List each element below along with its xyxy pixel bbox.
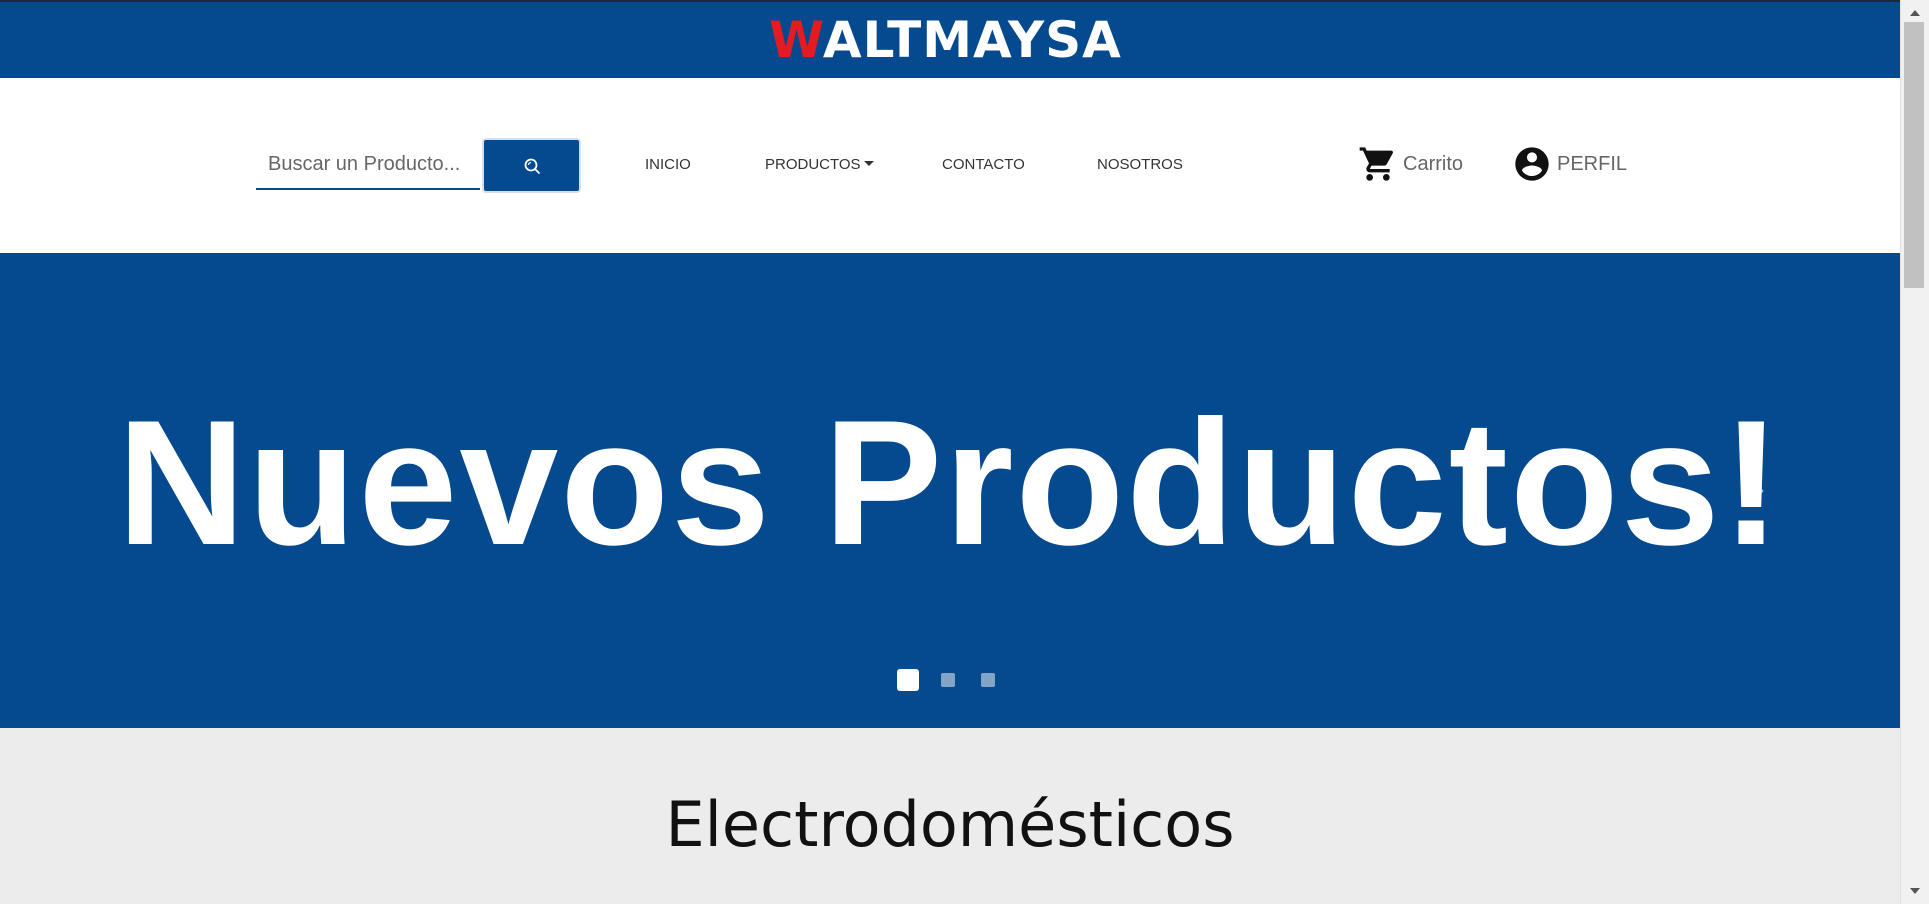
search-icon <box>524 158 540 174</box>
account-circle-icon <box>1515 147 1549 181</box>
carousel-prev-button[interactable] <box>128 471 158 511</box>
hero-carousel: Nuevos Productos! <box>0 253 1900 728</box>
scroll-down-icon[interactable] <box>1910 888 1920 894</box>
chevron-left-icon <box>136 479 150 503</box>
hero-title: Nuevos Productos! <box>117 383 1783 582</box>
scroll-up-icon[interactable] <box>1910 10 1920 16</box>
logo-w-letter: W <box>769 11 823 69</box>
navbar: INICIO PRODUCTOS CONTACTO NOSOTROS Carri… <box>0 78 1900 253</box>
nav-inicio[interactable]: INICIO <box>645 156 691 173</box>
profile-label: PERFIL <box>1557 152 1628 175</box>
carousel-indicator-2[interactable] <box>941 673 955 687</box>
logo[interactable]: WALTMAYSA <box>769 12 1122 68</box>
brand-bar: WALTMAYSA <box>0 0 1900 78</box>
caret-down-icon <box>863 161 874 166</box>
search-input[interactable] <box>256 140 480 190</box>
page-scrollbar[interactable] <box>1900 0 1929 904</box>
nav-productos-label: PRODUCTOS <box>765 156 861 173</box>
logo-text: ALTMAYSA <box>822 11 1122 69</box>
cart-label: Carrito <box>1403 152 1464 175</box>
search-button[interactable] <box>482 138 581 193</box>
cart-icon <box>1359 147 1394 181</box>
section-title: Electrodomésticos <box>665 788 1235 861</box>
profile-link[interactable]: PERFIL <box>1512 144 1627 184</box>
carousel-indicators <box>897 669 1021 691</box>
carousel-next-button[interactable] <box>1742 471 1772 511</box>
page: WALTMAYSA INICIO PRODUCTOS CONTACTO NOSO… <box>0 0 1900 904</box>
nav-contacto[interactable]: CONTACTO <box>942 156 1025 173</box>
chevron-right-icon <box>1750 479 1764 503</box>
scrollbar-thumb[interactable] <box>1904 22 1924 288</box>
nav-nosotros[interactable]: NOSOTROS <box>1097 156 1183 173</box>
carousel-indicator-3[interactable] <box>981 673 995 687</box>
cart-link[interactable]: Carrito <box>1358 144 1463 184</box>
carousel-indicator-1[interactable] <box>897 669 919 691</box>
nav-productos[interactable]: PRODUCTOS <box>765 156 874 173</box>
